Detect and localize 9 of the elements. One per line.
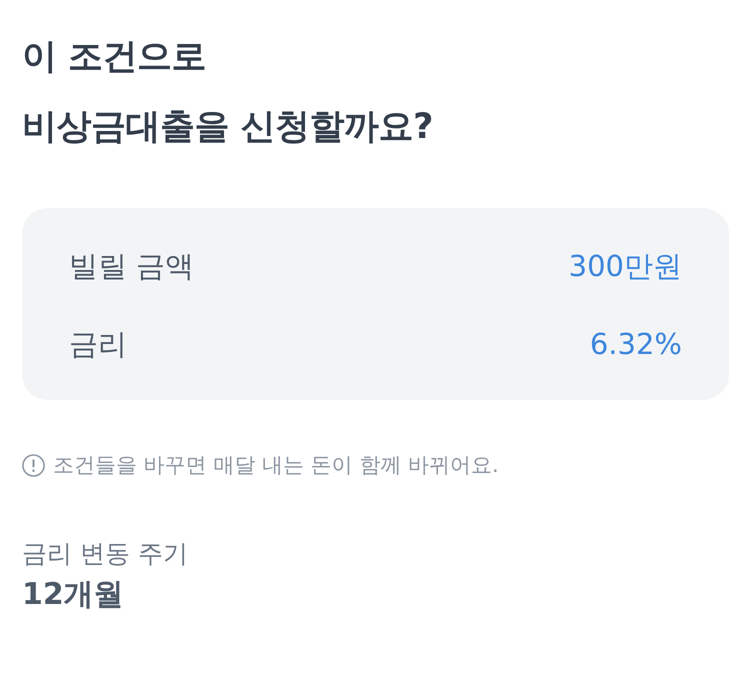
summary-label: 금리 — [69, 326, 127, 364]
detail-value: 12개월 — [22, 576, 125, 614]
page-title: 이 조건으로 비상금대출을 신청할까요? — [22, 36, 434, 149]
info-icon — [22, 454, 45, 478]
notice-text: 조건들을 바꾸면 매달 내는 돈이 함께 바뀌어요. — [53, 452, 499, 479]
summary-label: 빌릴 금액 — [69, 248, 194, 286]
detail-label: 금리 변동 주기 — [22, 538, 189, 570]
summary-value: 300만원 — [568, 248, 682, 286]
summary-value: 6.32% — [590, 326, 682, 364]
